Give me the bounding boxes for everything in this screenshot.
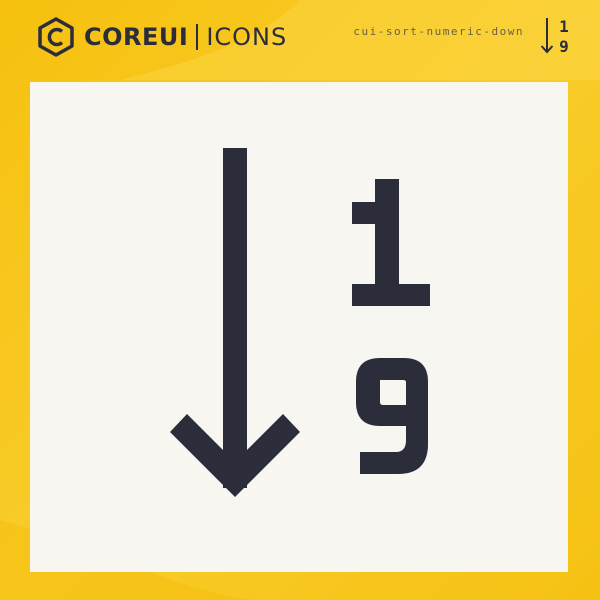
arrow-down-icon (170, 148, 300, 497)
sort-numeric-down-large-icon (170, 148, 430, 497)
header: COREUI ICONS cui-sort-numeric-down 1 9 (0, 0, 600, 80)
digit-nine-icon (356, 358, 428, 474)
thumb-digit-top: 1 (559, 17, 569, 36)
brand[interactable]: COREUI ICONS (36, 17, 287, 57)
brand-core-label: COREUI (84, 23, 189, 51)
icon-name-label: cui-sort-numeric-down (353, 25, 524, 38)
thumb-digit-bottom: 9 (559, 37, 569, 56)
icon-preview-card (30, 82, 568, 572)
brand-divider (196, 24, 199, 50)
sort-numeric-down-icon: 1 9 (540, 17, 569, 56)
digit-one-icon (352, 179, 430, 306)
coreui-logo-icon (38, 17, 74, 57)
brand-icons-label: ICONS (206, 23, 288, 51)
brand-text: COREUI ICONS (84, 24, 287, 50)
